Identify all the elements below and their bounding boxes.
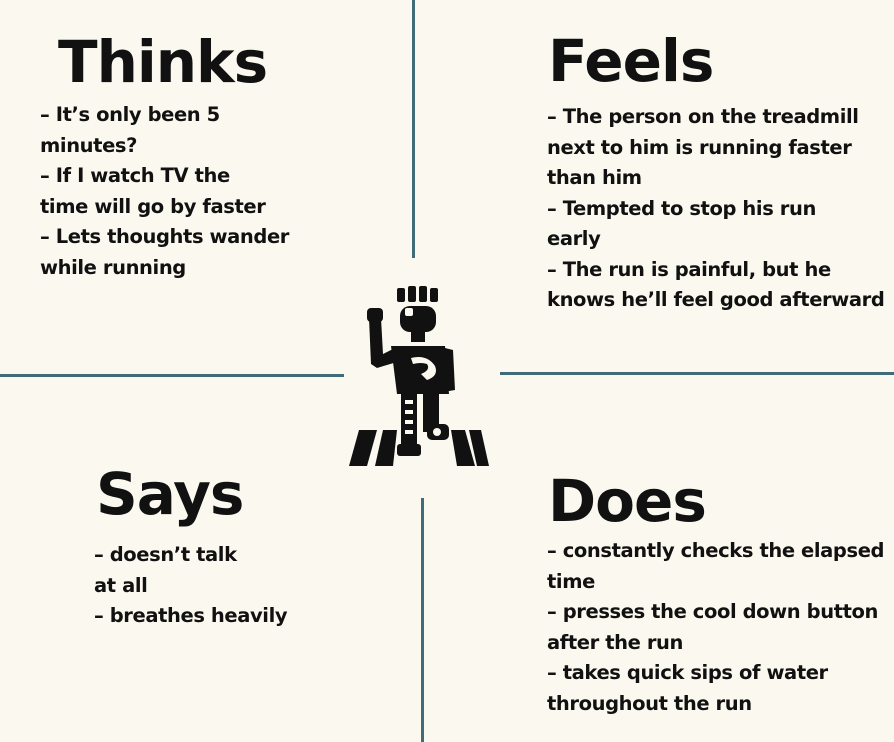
feels-title: Feels: [548, 27, 714, 95]
divider-horizontal-right: [500, 372, 894, 375]
thinks-line: – If I watch TV the: [40, 164, 230, 187]
divider-vertical-bottom: [421, 498, 424, 742]
divider-horizontal-left: [0, 374, 344, 377]
says-line: – doesn’t talk: [94, 543, 237, 566]
thinks-line: minutes?: [40, 133, 138, 157]
thinks-list: – It’s only been 5 minutes? – If I watch…: [40, 100, 289, 283]
thinks-line: while running: [40, 255, 186, 279]
feels-line: – The person on the treadmill: [547, 105, 859, 128]
feels-line: early: [547, 227, 601, 250]
says-list: – doesn’t talk at all – breathes heavily: [94, 540, 288, 632]
does-list: – constantly checks the elapsed time – p…: [547, 536, 884, 719]
feels-line: – The run is painful, but he: [547, 257, 831, 281]
says-line: – breathes heavily: [94, 604, 288, 627]
feels-list: – The person on the treadmill next to hi…: [547, 102, 885, 316]
treadmill-runner-icon: [349, 286, 489, 466]
does-line: time: [547, 569, 595, 593]
does-title: Does: [548, 467, 707, 535]
does-line: throughout the run: [547, 691, 752, 715]
does-line: – constantly checks the elapsed: [547, 539, 885, 562]
does-line: – takes quick sips of water: [547, 661, 828, 684]
feels-line: than him: [547, 166, 642, 189]
says-line: at all: [94, 573, 148, 597]
thinks-line: – Lets thoughts wander: [40, 225, 290, 248]
does-line: – presses the cool down button: [547, 600, 879, 623]
does-line: after the run: [547, 630, 683, 654]
says-title: Says: [96, 460, 244, 528]
thinks-title: Thinks: [58, 28, 268, 96]
feels-line: – Tempted to stop his run: [547, 196, 816, 220]
thinks-line: time will go by faster: [40, 194, 266, 218]
feels-line: next to him is running faster: [547, 135, 852, 159]
divider-vertical-top: [412, 0, 415, 258]
thinks-line: – It’s only been 5: [40, 103, 220, 126]
feels-line: knows he’ll feel good afterward: [547, 288, 885, 311]
